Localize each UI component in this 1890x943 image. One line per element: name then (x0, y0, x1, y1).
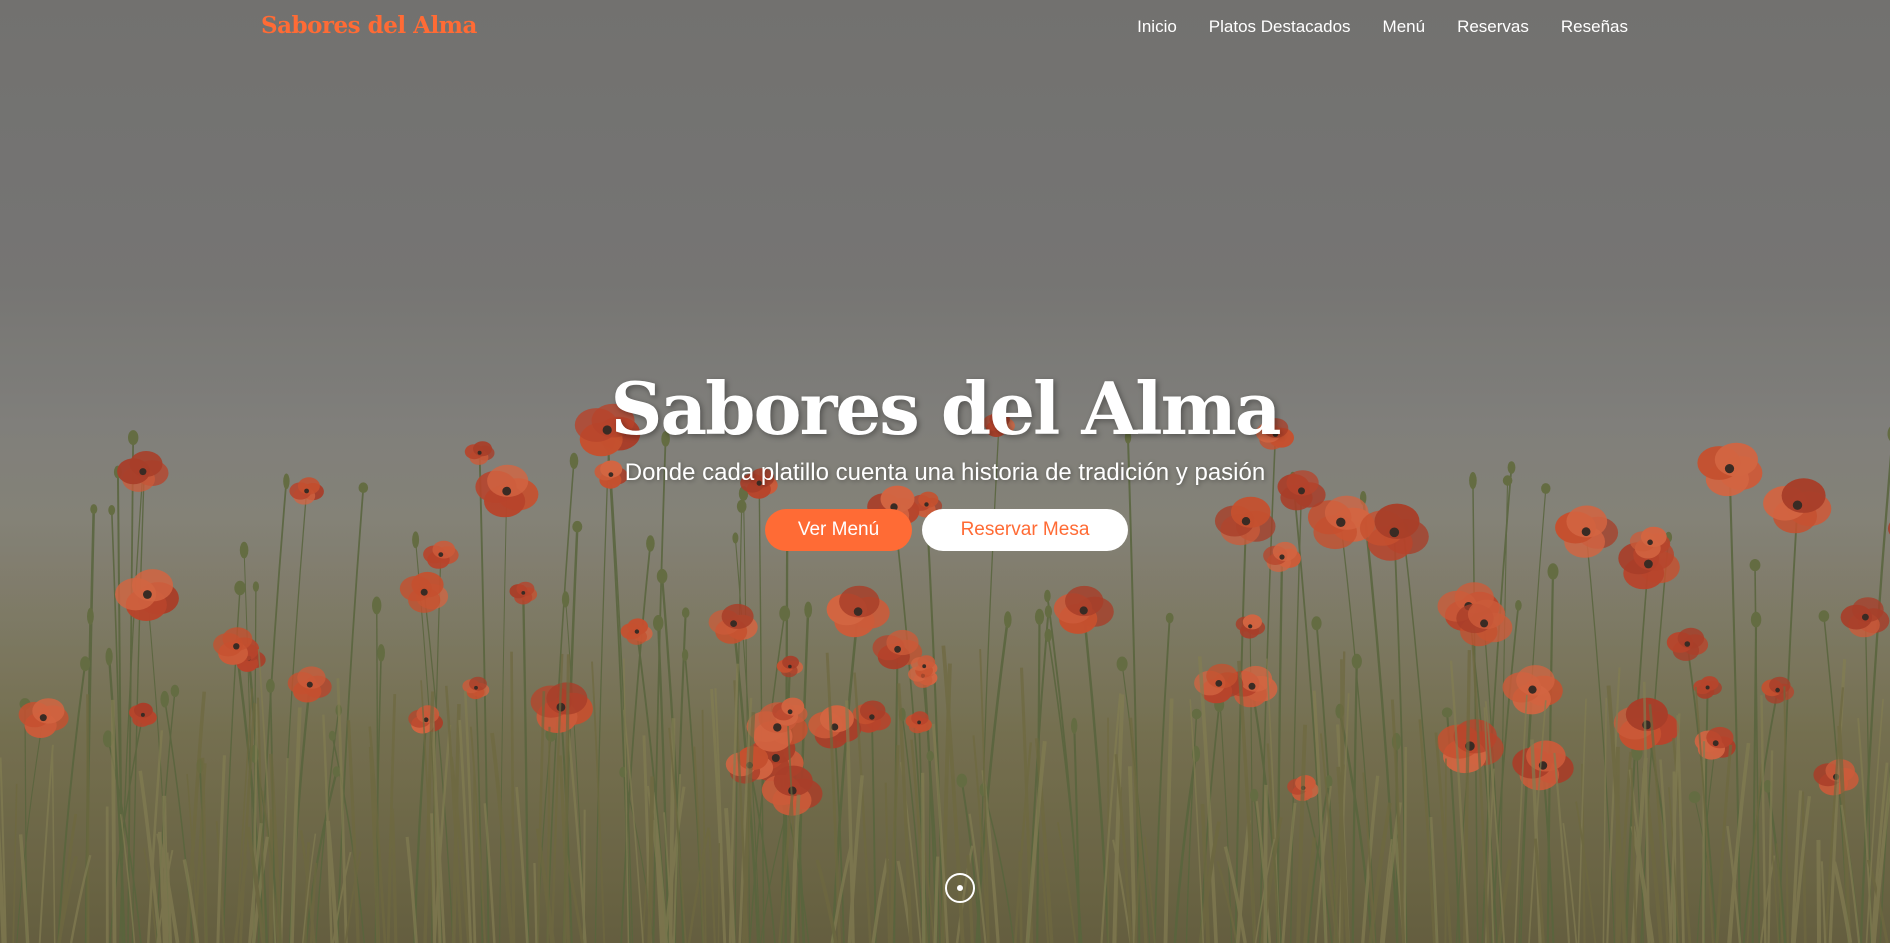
navbar: Sabores del Alma Inicio Platos Destacado… (0, 0, 1890, 56)
nav-item-inicio[interactable]: Inicio (1137, 17, 1177, 37)
scroll-down-icon[interactable] (945, 873, 975, 903)
nav-links: Inicio Platos Destacados Menú Reservas R… (1105, 17, 1628, 37)
brand-logo[interactable]: Sabores del Alma (261, 12, 477, 39)
nav-item-platos-destacados[interactable]: Platos Destacados (1209, 17, 1351, 37)
nav-item-reservas[interactable]: Reservas (1457, 17, 1529, 37)
nav-item-resenas[interactable]: Reseñas (1561, 17, 1628, 37)
scroll-dot (957, 885, 963, 891)
nav-item-menu[interactable]: Menú (1383, 17, 1426, 37)
hero-buttons: Ver Menú Reservar Mesa (0, 509, 1890, 551)
hero-subtitle: Donde cada platillo cuenta una historia … (624, 459, 1266, 486)
hero-content: Sabores del Alma Donde cada platillo cue… (0, 365, 1890, 551)
hero-section: Sabores del Alma Inicio Platos Destacado… (0, 0, 1890, 943)
view-menu-button[interactable]: Ver Menú (765, 509, 912, 551)
hero-title: Sabores del Alma (610, 366, 1282, 451)
reserve-table-button[interactable]: Reservar Mesa (922, 509, 1128, 551)
